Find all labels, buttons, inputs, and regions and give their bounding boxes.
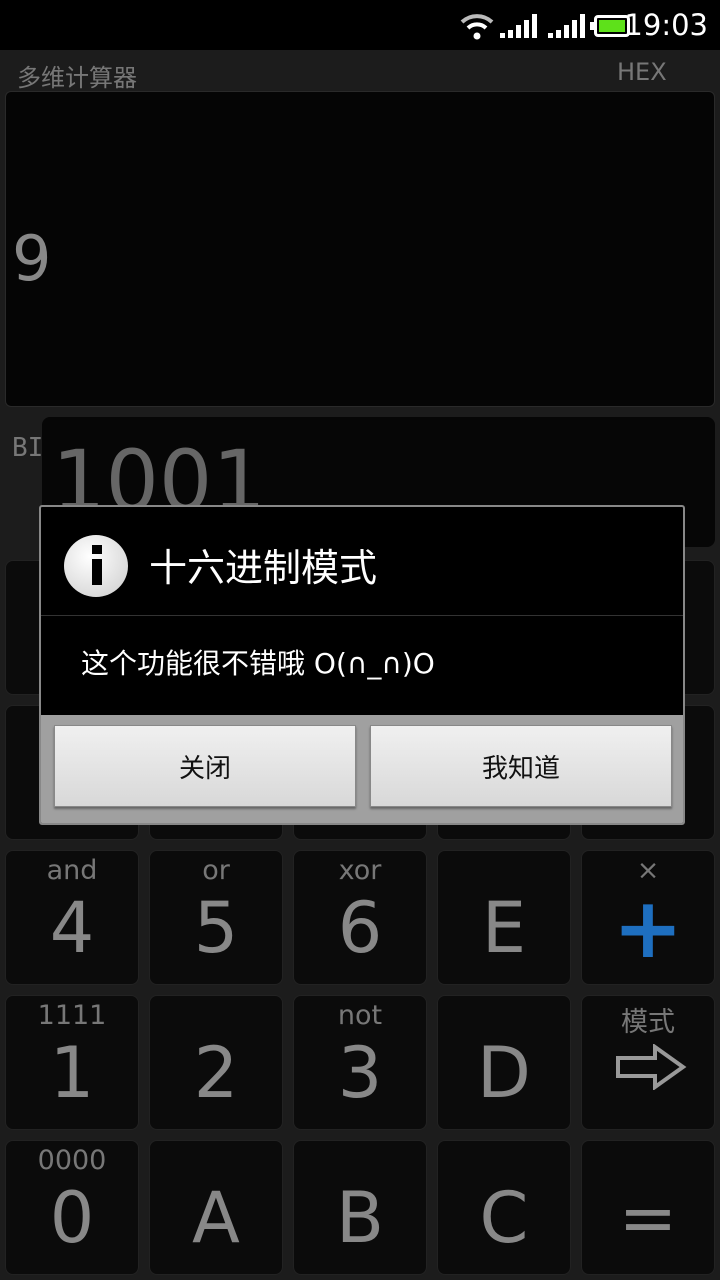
- key-3[interactable]: not 3: [293, 995, 427, 1130]
- key-label: 6: [337, 887, 383, 969]
- key-label: 5: [193, 887, 239, 969]
- key-label: D: [477, 1032, 531, 1114]
- ok-button[interactable]: 我知道: [370, 725, 672, 807]
- key-label: =: [618, 1177, 678, 1259]
- key-B[interactable]: B: [293, 1140, 427, 1275]
- key-sublabel: or: [202, 855, 230, 886]
- wifi-icon: [460, 14, 494, 40]
- key-label: 3: [337, 1032, 383, 1114]
- key-sublabel: 0000: [37, 1145, 107, 1176]
- key-A[interactable]: A: [149, 1140, 283, 1275]
- key-label: 2: [193, 1032, 239, 1114]
- dialog-title: 十六进制模式: [149, 546, 378, 590]
- secondary-base-label: BIN: [12, 433, 59, 463]
- key-5[interactable]: or 5: [149, 850, 283, 985]
- key-mode[interactable]: 模式: [581, 995, 715, 1130]
- key-sublabel: xor: [338, 855, 382, 886]
- app-title: 多维计算器: [17, 64, 137, 92]
- key-=[interactable]: =: [581, 1140, 715, 1275]
- signal-icon: [500, 14, 537, 38]
- status-bar: 19:03: [0, 0, 720, 50]
- divider: [41, 615, 683, 616]
- main-value: 9: [12, 222, 52, 295]
- key-sublabel: 模式: [621, 1007, 675, 1038]
- key-2[interactable]: 2: [149, 995, 283, 1130]
- signal-icon: [548, 14, 585, 38]
- key-1[interactable]: 1111 1: [5, 995, 139, 1130]
- key-label: 4: [49, 887, 95, 969]
- mode-indicator: HEX: [617, 58, 667, 86]
- arrow-right-icon: [616, 1044, 687, 1090]
- dialog-message: 这个功能很不错哦 O(∩_∩)O: [81, 647, 435, 680]
- dialog: 十六进制模式 这个功能很不错哦 O(∩_∩)O 关闭 我知道: [39, 505, 685, 825]
- key-label: B: [335, 1177, 385, 1259]
- key-sublabel: not: [337, 1000, 383, 1031]
- key-C[interactable]: C: [437, 1140, 571, 1275]
- key-label: A: [192, 1177, 240, 1259]
- close-button[interactable]: 关闭: [54, 725, 356, 807]
- dialog-button-bar: 关闭 我知道: [41, 715, 683, 823]
- key-sublabel: 1111: [37, 1000, 107, 1031]
- key-label: 1: [49, 1032, 95, 1114]
- key-6[interactable]: xor 6: [293, 850, 427, 985]
- key-label: 0: [49, 1177, 95, 1259]
- key-4[interactable]: and 4: [5, 850, 139, 985]
- key-label: E: [481, 887, 527, 969]
- key-+[interactable]: × +: [581, 850, 715, 985]
- key-sublabel: and: [46, 855, 98, 886]
- main-display: 9: [5, 91, 715, 407]
- info-icon: [64, 535, 128, 597]
- key-D[interactable]: D: [437, 995, 571, 1130]
- key-0[interactable]: 0000 0: [5, 1140, 139, 1275]
- key-label: C: [479, 1177, 529, 1259]
- clock: 19:03: [624, 8, 708, 42]
- key-label: +: [612, 879, 684, 977]
- key-E[interactable]: E: [437, 850, 571, 985]
